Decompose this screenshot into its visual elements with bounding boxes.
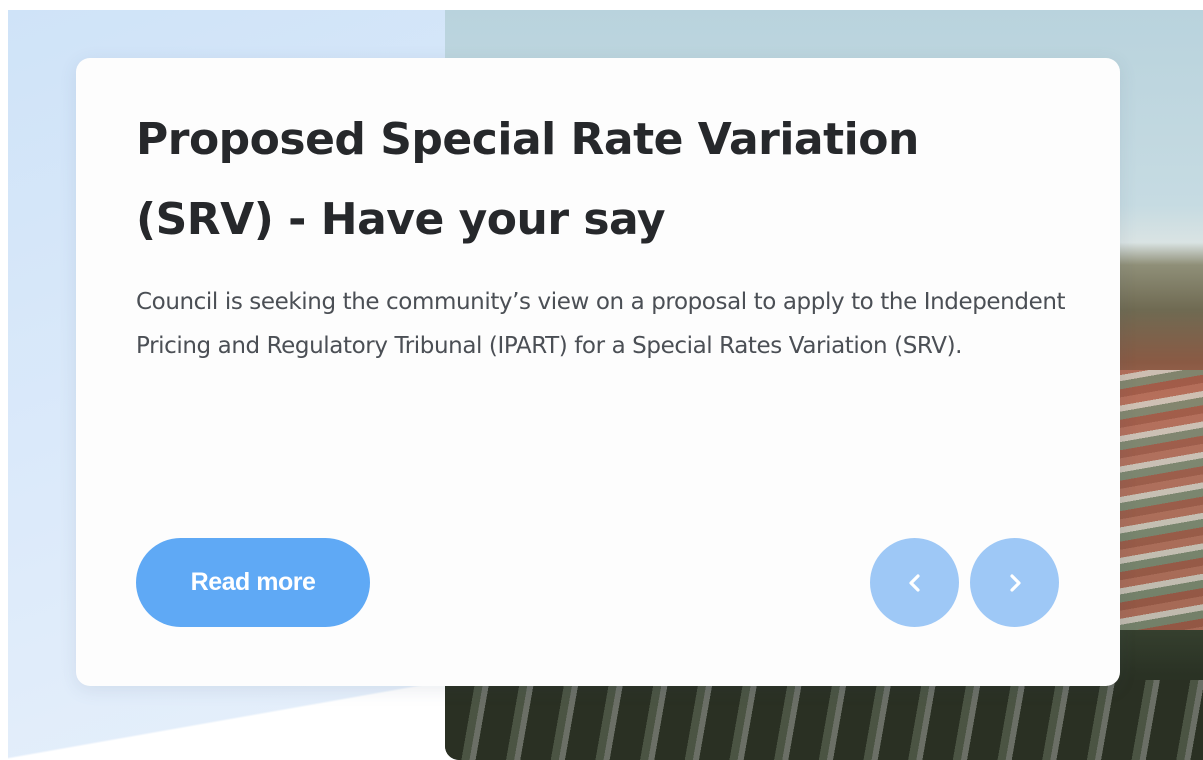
slide-title: Proposed Special Rate Variation (SRV) - … [136, 114, 919, 245]
next-slide-button[interactable] [970, 538, 1059, 627]
chevron-left-icon [908, 573, 920, 592]
previous-slide-button[interactable] [870, 538, 959, 627]
slide-card: Proposed Special Rate Variation (SRV) - … [76, 58, 1120, 686]
photo-foreground [445, 680, 1203, 760]
slide-description: Council is seeking the community’s view … [136, 289, 1066, 359]
hero-carousel: Proposed Special Rate Variation (SRV) - … [0, 0, 1203, 760]
chevron-right-icon [1009, 573, 1021, 592]
read-more-button[interactable]: Read more [136, 538, 370, 627]
